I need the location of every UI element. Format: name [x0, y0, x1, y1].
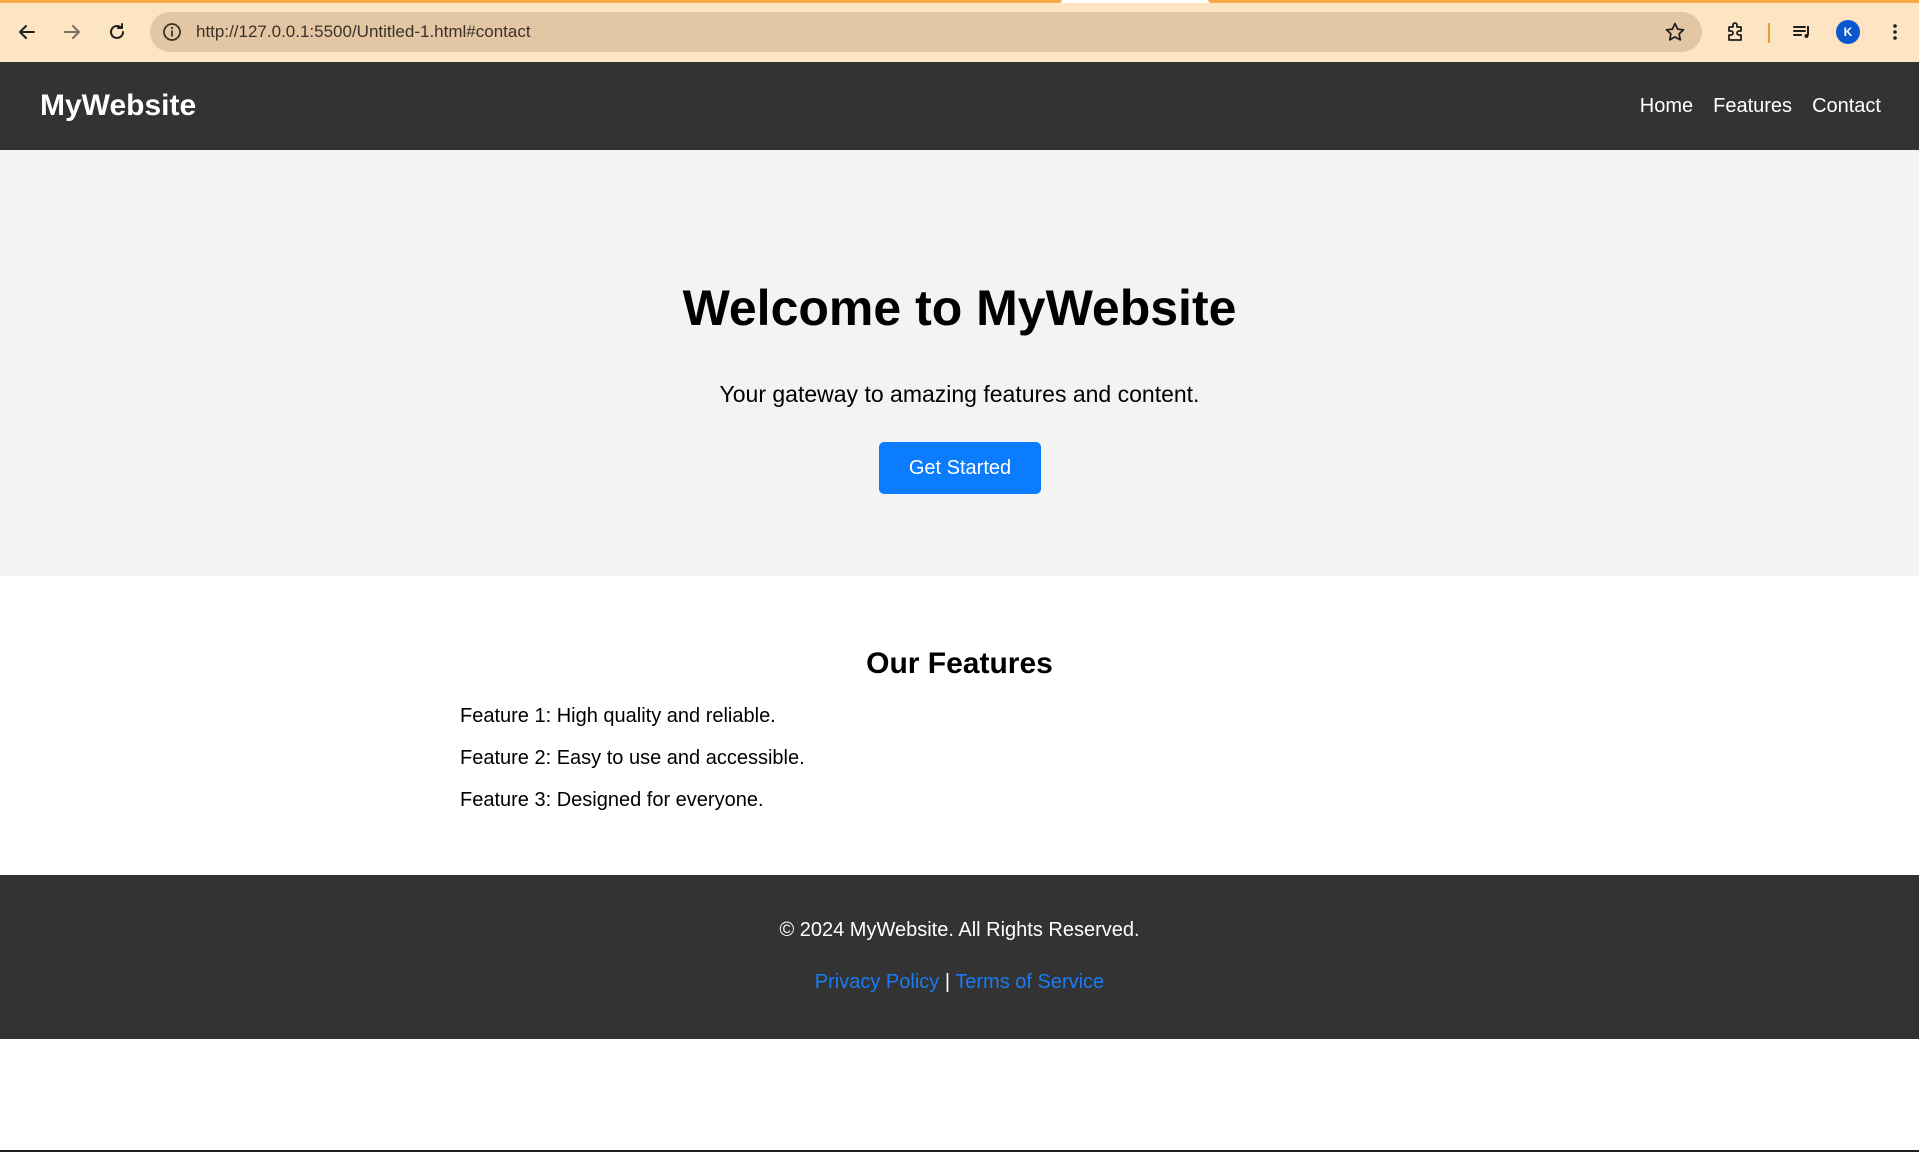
- hero-section: Welcome to MyWebsite Your gateway to ama…: [0, 150, 1919, 576]
- address-bar[interactable]: http://127.0.0.1:5500/Untitled-1.html#co…: [150, 12, 1702, 52]
- more-menu-icon[interactable]: [1880, 17, 1910, 47]
- site-info-icon[interactable]: [159, 19, 185, 45]
- nav-link-contact[interactable]: Contact: [1812, 95, 1881, 118]
- back-arrow-icon[interactable]: [12, 17, 42, 47]
- browser-toolbar: http://127.0.0.1:5500/Untitled-1.html#co…: [0, 3, 1919, 63]
- feature-item: Feature 3: Designed for everyone.: [460, 789, 764, 811]
- site-logo[interactable]: MyWebsite: [40, 62, 196, 150]
- bookmark-star-icon[interactable]: [1664, 21, 1686, 43]
- feature-item: Feature 2: Easy to use and accessible.: [460, 747, 805, 769]
- site-footer: © 2024 MyWebsite. All Rights Reserved. P…: [0, 875, 1919, 1039]
- hero-title: Welcome to MyWebsite: [682, 280, 1237, 336]
- hero-subtitle: Your gateway to amazing features and con…: [719, 381, 1200, 407]
- footer-link-separator: |: [944, 971, 951, 993]
- media-controls-icon[interactable]: [1787, 17, 1817, 47]
- privacy-policy-link[interactable]: Privacy Policy: [815, 971, 939, 993]
- features-section: Our Features Feature 1: High quality and…: [0, 576, 1919, 875]
- forward-arrow-icon[interactable]: [57, 17, 87, 47]
- address-bar-url[interactable]: http://127.0.0.1:5500/Untitled-1.html#co…: [196, 12, 531, 52]
- extensions-icon[interactable]: [1721, 17, 1751, 47]
- footer-links: Privacy Policy | Terms of Service: [0, 970, 1919, 994]
- reload-icon[interactable]: [102, 17, 132, 47]
- feature-list: Feature 1: High quality and reliable. Fe…: [460, 704, 805, 830]
- main-nav: Home Features Contact: [1640, 62, 1881, 150]
- terms-of-service-link[interactable]: Terms of Service: [955, 971, 1104, 993]
- web-page: MyWebsite Home Features Contact Welcome …: [0, 62, 1919, 1039]
- nav-link-home[interactable]: Home: [1640, 95, 1693, 118]
- copyright-text: © 2024 MyWebsite. All Rights Reserved.: [779, 919, 1140, 941]
- profile-avatar-initial: K: [1843, 25, 1853, 39]
- toolbar-divider: [1768, 23, 1770, 43]
- feature-item: Feature 1: High quality and reliable.: [460, 705, 776, 727]
- site-header: MyWebsite Home Features Contact: [0, 62, 1919, 150]
- nav-link-features[interactable]: Features: [1713, 95, 1792, 118]
- features-heading: Our Features: [866, 647, 1053, 680]
- profile-avatar[interactable]: K: [1836, 20, 1860, 44]
- get-started-button[interactable]: Get Started: [879, 442, 1041, 494]
